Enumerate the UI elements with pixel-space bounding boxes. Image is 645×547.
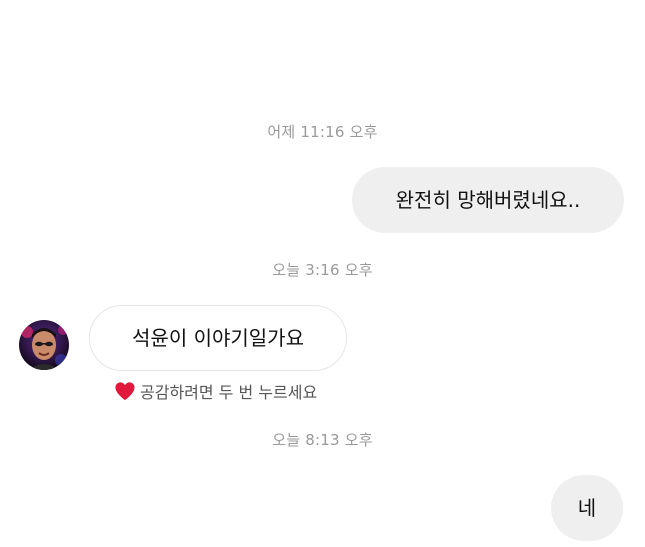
timestamp: 어제 11:16 오후 bbox=[267, 123, 378, 141]
message-bubble-sent[interactable]: 완전히 망해버렸네요.. bbox=[352, 167, 624, 233]
timestamp: 오늘 3:16 오후 bbox=[272, 261, 373, 279]
react-hint-text: 공감하려면 두 번 누르세요 bbox=[140, 383, 318, 402]
message-bubble-sent[interactable]: 네 bbox=[551, 475, 623, 541]
heart-icon bbox=[115, 382, 135, 401]
avatar-image bbox=[19, 320, 69, 370]
double-tap-react-hint[interactable]: 공감하려면 두 번 누르세요 bbox=[114, 380, 317, 402]
timestamp: 오늘 8:13 오후 bbox=[272, 431, 373, 449]
message-bubble-received[interactable]: 석윤이 이야기일가요 bbox=[89, 305, 347, 371]
avatar[interactable] bbox=[19, 320, 69, 370]
